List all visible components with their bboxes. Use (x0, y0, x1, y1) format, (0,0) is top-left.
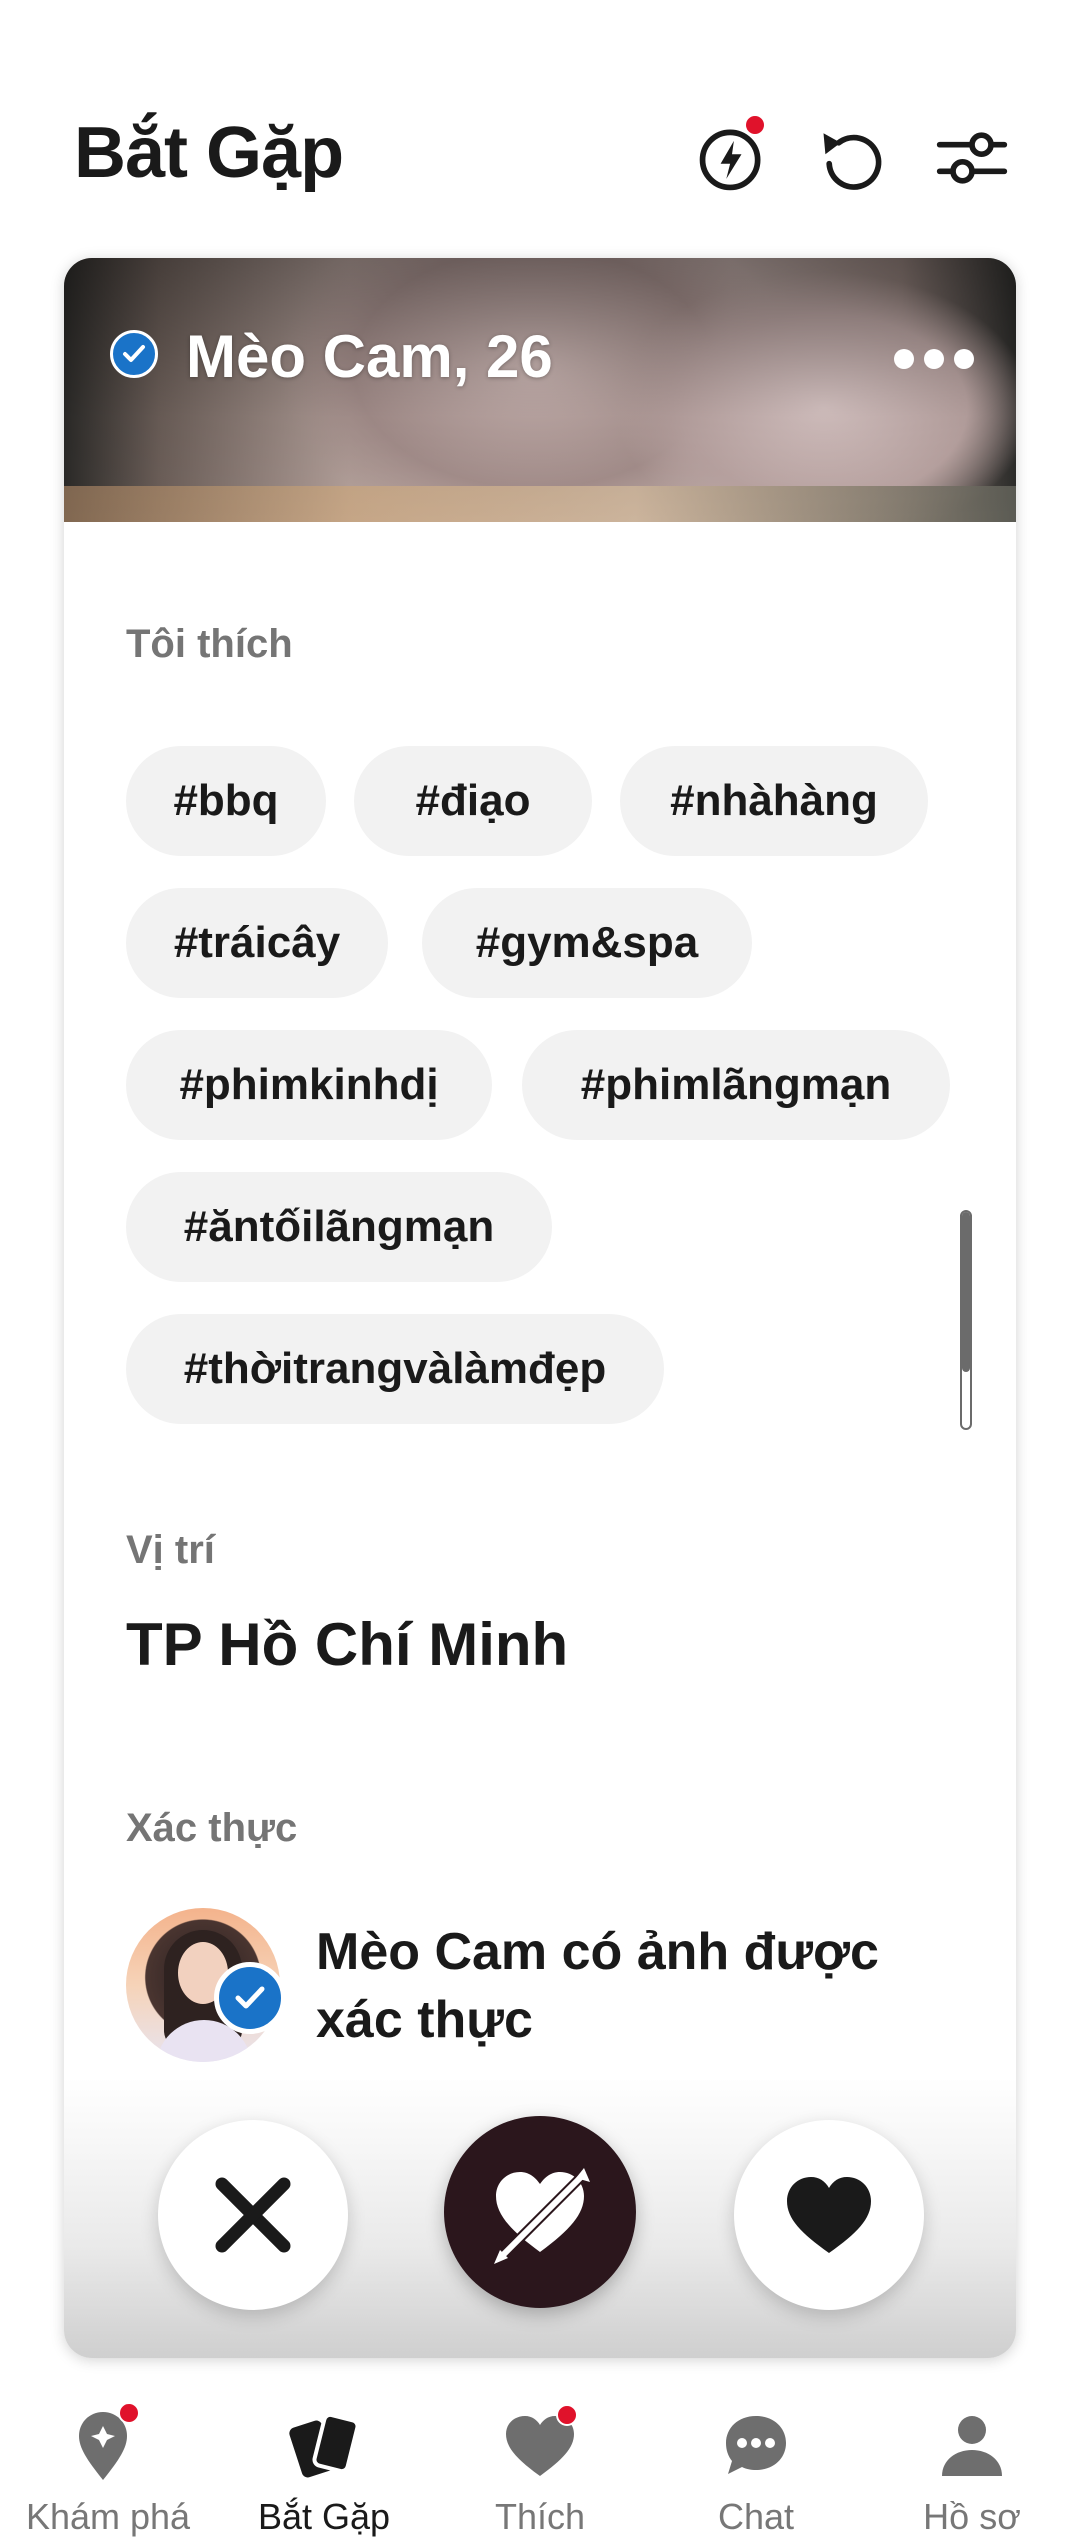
more-options-button[interactable] (894, 344, 974, 374)
super-like-button[interactable] (444, 2116, 636, 2308)
nav-label: Hồ sơ (923, 2496, 1021, 2537)
header: Bắt Gặp (0, 0, 1080, 250)
filter-button[interactable] (932, 118, 1012, 198)
nav-item-explore[interactable]: Khám phá (0, 2380, 216, 2546)
interests-scrollbar[interactable] (960, 1210, 972, 1430)
cards-icon (282, 2404, 366, 2488)
undo-icon (823, 133, 882, 190)
interest-chip: #gym&spa (422, 888, 752, 998)
verification-text: Mèo Cam có ảnh được xác thực (316, 1923, 879, 2049)
interest-chip: #phimkinhdị (126, 1030, 492, 1140)
explore-pin-icon (66, 2402, 150, 2488)
verified-check-icon (214, 1962, 286, 2034)
profile-person-icon (930, 2404, 1014, 2488)
dot-icon (894, 349, 914, 369)
nope-button[interactable] (158, 2120, 348, 2310)
like-button[interactable] (734, 2120, 924, 2310)
likes-notification-dot (556, 2404, 578, 2426)
heart-arrow-icon (494, 2168, 590, 2264)
boost-notification-dot (744, 114, 766, 136)
likes-heart-icon (498, 2404, 582, 2488)
location-label: Vị trí (126, 1528, 215, 1572)
close-x-icon (215, 2177, 291, 2253)
nav-item-discover[interactable]: Bắt Gặp (216, 2380, 432, 2546)
chat-bubble-icon (714, 2404, 798, 2488)
profile-name: Mèo Cam, 26 (186, 323, 553, 390)
page-title: Bắt Gặp (74, 113, 344, 193)
filter-icon (936, 132, 1008, 184)
interest-chip: #thờitrangvàlàmđẹp (126, 1314, 664, 1424)
nav-item-chat[interactable]: Chat (648, 2380, 864, 2546)
interest-chip: #nhàhàng (620, 746, 928, 856)
scrollbar-thumb[interactable] (962, 1212, 970, 1372)
interests-label: Tôi thích (126, 622, 293, 666)
explore-notification-dot (118, 2402, 140, 2424)
interest-chip: #phimlãngmạn (522, 1030, 950, 1140)
bottom-navigation: Khám phá Bắt Gặp Thích Chat Hồ sơ (0, 2380, 1080, 2546)
nav-label: Chat (717, 2496, 795, 2537)
nav-item-likes[interactable]: Thích (432, 2380, 648, 2546)
interest-chip: #ăntốilãngmạn (126, 1172, 552, 1282)
interest-chip: #tráicây (126, 888, 388, 998)
verification-label: Xác thực (126, 1806, 298, 1850)
nav-item-profile[interactable]: Hồ sơ (864, 2380, 1080, 2546)
profile-card[interactable]: Mèo Cam, 26 Tôi thích #bbq #điạo #nhàhàn… (64, 258, 1016, 2358)
nav-label: Khám phá (25, 2496, 191, 2537)
dot-icon (924, 349, 944, 369)
boost-button[interactable] (692, 114, 772, 198)
heart-icon (787, 2177, 871, 2253)
undo-button[interactable] (812, 118, 892, 198)
nav-label: Thích (494, 2496, 586, 2537)
verified-check-icon (110, 330, 158, 378)
interest-chip: #bbq (126, 746, 326, 856)
photo-edge (64, 486, 1016, 522)
location-value: TP Hồ Chí Minh (126, 1611, 569, 1678)
interest-chip: #điạo (354, 746, 592, 856)
dot-icon (954, 349, 974, 369)
nav-label: Bắt Gặp (257, 2496, 391, 2537)
